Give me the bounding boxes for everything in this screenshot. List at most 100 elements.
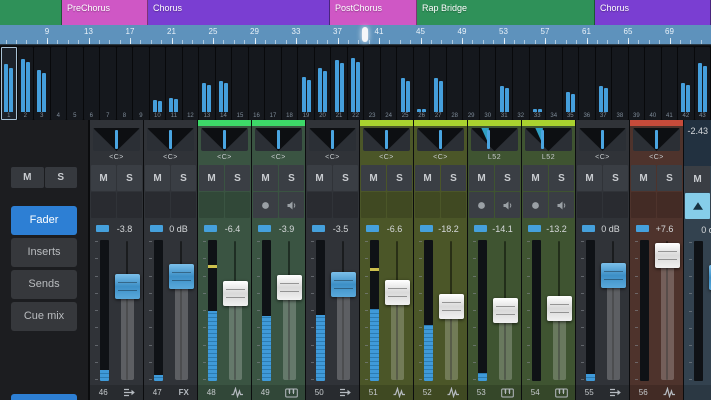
partial-button[interactable] (11, 394, 77, 400)
monitor-button[interactable] (495, 192, 520, 218)
overview-channel-cell[interactable]: 13 (199, 47, 215, 120)
overview-channel-cell[interactable]: 20 (315, 47, 331, 120)
overview-channel-cell[interactable]: 3 (34, 47, 50, 120)
fader-handle[interactable] (601, 263, 626, 288)
pan-control[interactable] (255, 128, 302, 151)
overview-channel-cell[interactable]: 18 (282, 47, 298, 120)
channel-solo-button[interactable]: S (441, 165, 466, 191)
overview-channel-cell[interactable]: 12 (183, 47, 199, 120)
overview-channel-cell[interactable]: 37 (596, 47, 612, 120)
overview-channel-cell[interactable]: 30 (480, 47, 496, 120)
overview-channel-cell[interactable]: 38 (612, 47, 628, 120)
arrangement-section[interactable]: PostChorus (330, 0, 417, 25)
channel-mute-button[interactable]: M (469, 165, 494, 191)
overview-channel-cell[interactable]: 36 (579, 47, 595, 120)
channel-mute-button[interactable]: M (145, 165, 170, 191)
channel-mute-button[interactable]: M (685, 166, 710, 192)
channel-mute-button[interactable]: M (577, 165, 602, 191)
overview-channel-cell[interactable]: 9 (133, 47, 149, 120)
channel-solo-button[interactable]: S (225, 165, 250, 191)
overview-channel-cell[interactable]: 39 (629, 47, 645, 120)
overview-channel-cell[interactable]: 19 (298, 47, 314, 120)
fader-handle[interactable] (277, 275, 302, 300)
overview-channel-cell[interactable]: 17 (265, 47, 281, 120)
channel-solo-button[interactable]: S (117, 165, 142, 191)
timeline-ruler[interactable]: 9131721252933374145495357616569 (0, 25, 711, 45)
pan-control[interactable] (471, 128, 518, 151)
channel-mute-button[interactable]: M (253, 165, 278, 191)
record-arm-button[interactable] (253, 192, 278, 218)
pan-control[interactable] (579, 128, 626, 151)
overview-channel-cell[interactable]: 32 (513, 47, 529, 120)
pan-control[interactable] (93, 128, 140, 151)
overview-channel-cell[interactable]: 22 (348, 47, 364, 120)
sidebar-nav-cue-mix[interactable]: Cue mix (11, 302, 77, 331)
solo-button[interactable]: S (45, 167, 78, 188)
fader-handle[interactable] (655, 243, 680, 268)
fader-handle[interactable] (439, 294, 464, 319)
pan-control[interactable] (417, 128, 464, 151)
overview-channel-cell[interactable]: 7 (100, 47, 116, 120)
arrangement-section[interactable] (0, 0, 62, 25)
record-arm-button[interactable] (523, 192, 548, 218)
channel-solo-button[interactable]: S (171, 165, 196, 191)
arrangement-section[interactable]: Chorus (148, 0, 330, 25)
arrangement-section[interactable]: PreChorus (62, 0, 148, 25)
channel-mute-button[interactable]: M (307, 165, 332, 191)
overview-channel-cell[interactable]: 16 (249, 47, 265, 120)
overview-channel-cell[interactable]: 31 (496, 47, 512, 120)
overview-channel-cell[interactable]: 34 (546, 47, 562, 120)
channel-solo-button[interactable]: S (657, 165, 682, 191)
overview-channel-cell[interactable]: 33 (530, 47, 546, 120)
pan-control[interactable] (525, 128, 572, 151)
overview-channel-cell[interactable]: 10 (150, 47, 166, 120)
overview-channel-cell[interactable]: 25 (397, 47, 413, 120)
channel-mute-button[interactable]: M (361, 165, 386, 191)
channel-mute-button[interactable]: M (91, 165, 116, 191)
overview-channel-cell[interactable]: 43 (695, 47, 711, 120)
pan-control[interactable] (633, 128, 680, 151)
arrangement-section[interactable]: Rap Bridge (417, 0, 595, 25)
channel-mute-button[interactable]: M (199, 165, 224, 191)
mute-button[interactable]: M (11, 167, 44, 188)
overview-channel-cell[interactable]: 21 (331, 47, 347, 120)
monitor-button[interactable] (549, 192, 574, 218)
overview-channel-cell[interactable]: 41 (662, 47, 678, 120)
overview-channel-cell[interactable]: 35 (563, 47, 579, 120)
channel-mute-button[interactable]: M (523, 165, 548, 191)
overview-channel-cell[interactable]: 1 (1, 47, 17, 120)
fader-handle[interactable] (331, 272, 356, 297)
overview-channel-cell[interactable]: 2 (18, 47, 34, 120)
limiter-button[interactable] (685, 193, 710, 219)
playhead-marker[interactable] (362, 27, 368, 42)
overview-channel-cell[interactable]: 6 (84, 47, 100, 120)
overview-channel-cell[interactable]: 4 (51, 47, 67, 120)
overview-channel-cell[interactable]: 23 (364, 47, 380, 120)
sidebar-nav-sends[interactable]: Sends (11, 270, 77, 299)
overview-channel-cell[interactable]: 27 (430, 47, 446, 120)
monitor-button[interactable] (279, 192, 304, 218)
fader-handle[interactable] (385, 280, 410, 305)
record-arm-button[interactable] (469, 192, 494, 218)
overview-channel-cell[interactable]: 11 (166, 47, 182, 120)
fader-handle[interactable] (115, 274, 140, 299)
overview-channel-cell[interactable]: 14 (216, 47, 232, 120)
overview-channel-cell[interactable]: 28 (447, 47, 463, 120)
overview-channel-cell[interactable]: 40 (645, 47, 661, 120)
fader-handle[interactable] (493, 298, 518, 323)
overview-channel-cell[interactable]: 42 (678, 47, 694, 120)
fader-handle[interactable] (547, 296, 572, 321)
pan-control[interactable] (309, 128, 356, 151)
overview-channel-cell[interactable]: 5 (67, 47, 83, 120)
overview-channel-cell[interactable]: 26 (414, 47, 430, 120)
sidebar-nav-inserts[interactable]: Inserts (11, 238, 77, 267)
sidebar-nav-fader[interactable]: Fader (11, 206, 77, 235)
channel-solo-button[interactable]: S (279, 165, 304, 191)
channel-solo-button[interactable]: S (387, 165, 412, 191)
channel-solo-button[interactable]: S (603, 165, 628, 191)
fader-handle[interactable] (223, 281, 248, 306)
pan-control[interactable] (201, 128, 248, 151)
overview-channel-cell[interactable]: 8 (117, 47, 133, 120)
overview-channel-cell[interactable]: 29 (463, 47, 479, 120)
fader-handle[interactable] (169, 264, 194, 289)
